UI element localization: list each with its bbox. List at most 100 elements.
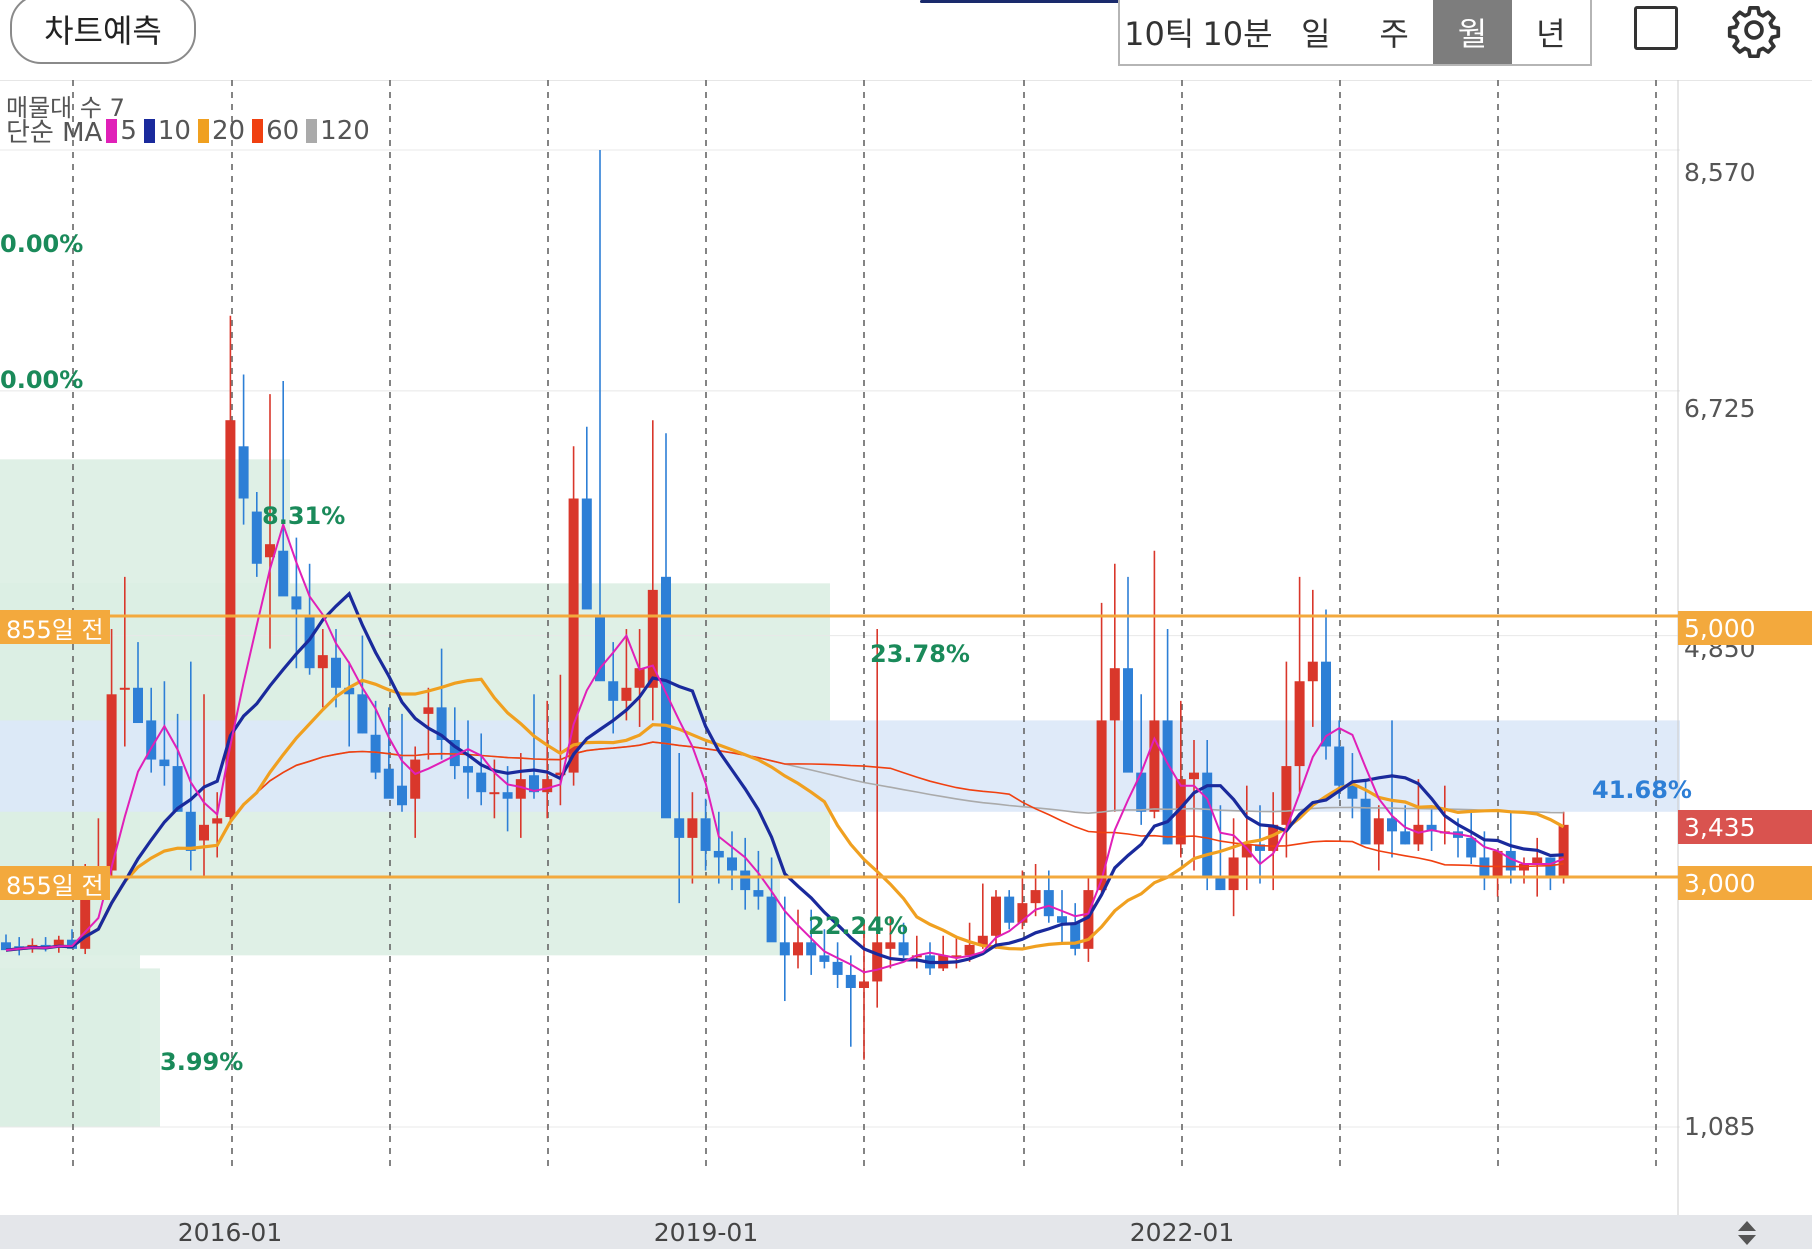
- lower-level-tag[interactable]: 855일 전: [0, 866, 110, 900]
- candle-body: [212, 818, 223, 824]
- candle-body: [845, 974, 856, 988]
- candle-body: [199, 824, 209, 841]
- ma120-swatch: [306, 118, 318, 143]
- price-chart[interactable]: [0, 80, 1680, 1215]
- candle-body: [1413, 824, 1424, 845]
- resize-handle-icon[interactable]: [1732, 1218, 1762, 1248]
- y-tick-label: 6,725: [1684, 394, 1756, 423]
- candle-body: [1347, 785, 1358, 799]
- zone-pct-label: 8.31%: [262, 502, 346, 530]
- price-tag-upper: 5,000: [1678, 611, 1812, 645]
- period-week[interactable]: 주: [1355, 0, 1433, 64]
- candle-body: [779, 942, 790, 956]
- candle-body: [753, 890, 764, 897]
- square-icon[interactable]: [1634, 6, 1678, 50]
- candle-body: [185, 811, 196, 851]
- candle-body: [1479, 857, 1490, 878]
- candle-body: [489, 792, 500, 795]
- candle-body: [106, 694, 117, 871]
- upper-level-tag[interactable]: 855일 전: [0, 610, 110, 644]
- candle-body: [1307, 661, 1318, 682]
- ma-legend: 단순 MA 5 10 20 60 120: [6, 112, 373, 149]
- candle-body: [595, 615, 605, 682]
- candle-body: [1558, 824, 1569, 878]
- zone-pct-label: 0.00%: [0, 366, 84, 394]
- candle-body: [278, 550, 289, 597]
- candle-body: [410, 759, 421, 799]
- ma10-label: 10: [157, 115, 191, 146]
- candle-body: [1030, 890, 1041, 904]
- candle-body: [1070, 922, 1081, 949]
- candle-body: [159, 759, 170, 767]
- candle-body: [1043, 890, 1054, 917]
- candle-body: [661, 576, 671, 819]
- zone-pct-label: 3.99%: [160, 1048, 244, 1076]
- candle-body: [502, 792, 513, 799]
- y-tick-label: 8,570: [1684, 158, 1756, 187]
- candle-body: [1400, 831, 1411, 845]
- gear-icon[interactable]: [1726, 2, 1782, 58]
- candle-body: [621, 687, 632, 701]
- ma60-label: 60: [266, 115, 300, 146]
- candle-body: [1123, 668, 1133, 773]
- candle-body: [542, 779, 553, 793]
- candle-body: [119, 687, 130, 690]
- candle-body: [885, 942, 896, 949]
- candle-body: [423, 707, 434, 714]
- candle-body: [859, 981, 869, 988]
- candle-body: [581, 498, 592, 610]
- y-tick-label: 1,085: [1684, 1112, 1756, 1141]
- candle-body: [687, 818, 698, 838]
- candle-body: [1281, 766, 1292, 825]
- candle-body: [291, 596, 302, 610]
- candle-body: [225, 420, 236, 817]
- period-10tick[interactable]: 10틱: [1120, 0, 1198, 64]
- candle-body: [674, 818, 685, 838]
- candle-body: [806, 942, 817, 956]
- period-day[interactable]: 일: [1277, 0, 1355, 64]
- ma5-swatch: [106, 118, 118, 143]
- zone-pct-label: 0.00%: [0, 230, 84, 258]
- chart-predict-button[interactable]: 차트예측: [10, 0, 196, 64]
- candle-body: [819, 955, 830, 962]
- zone-pct-label: 23.78%: [870, 640, 970, 668]
- candle-body: [1057, 916, 1067, 923]
- candle-body: [383, 768, 394, 799]
- x-tick-label: 2019-01: [653, 1218, 759, 1247]
- candle-body: [766, 896, 777, 943]
- candle-body: [1109, 668, 1120, 721]
- candle-body: [713, 850, 724, 858]
- period-month[interactable]: 월: [1433, 0, 1512, 64]
- candle-body: [1466, 837, 1477, 858]
- candle-body: [370, 734, 381, 773]
- period-10min[interactable]: 10분: [1198, 0, 1276, 64]
- ma20-swatch: [197, 118, 209, 143]
- candle-body: [793, 942, 803, 956]
- candle-body: [1387, 818, 1397, 832]
- candle-body: [476, 772, 487, 793]
- ma120-label: 120: [320, 115, 370, 146]
- candle-body: [1189, 772, 1199, 780]
- candle-body: [832, 961, 843, 975]
- period-year[interactable]: 년: [1512, 0, 1590, 64]
- candle-body: [634, 668, 645, 688]
- candle-body: [317, 655, 328, 669]
- ma10-swatch: [143, 118, 155, 143]
- candle-body: [1215, 877, 1226, 891]
- candle-body: [1360, 798, 1371, 845]
- candle-body: [898, 942, 909, 956]
- price-tag-lower: 3,000: [1678, 866, 1812, 900]
- ma5-label: 5: [120, 115, 137, 146]
- candle-body: [872, 942, 883, 982]
- candle-body: [608, 681, 619, 701]
- candle-body: [1149, 720, 1160, 812]
- candle-body: [1162, 720, 1173, 845]
- candle-body: [1294, 681, 1305, 767]
- period-selector: 10틱 10분 일 주 월 년: [1118, 0, 1592, 66]
- ma20-label: 20: [211, 115, 246, 146]
- candle-body: [1004, 896, 1015, 923]
- price-tag-current: 3,435: [1678, 810, 1812, 844]
- candle-body: [1373, 818, 1384, 845]
- candle-body: [1545, 857, 1556, 878]
- candle-body: [133, 687, 143, 724]
